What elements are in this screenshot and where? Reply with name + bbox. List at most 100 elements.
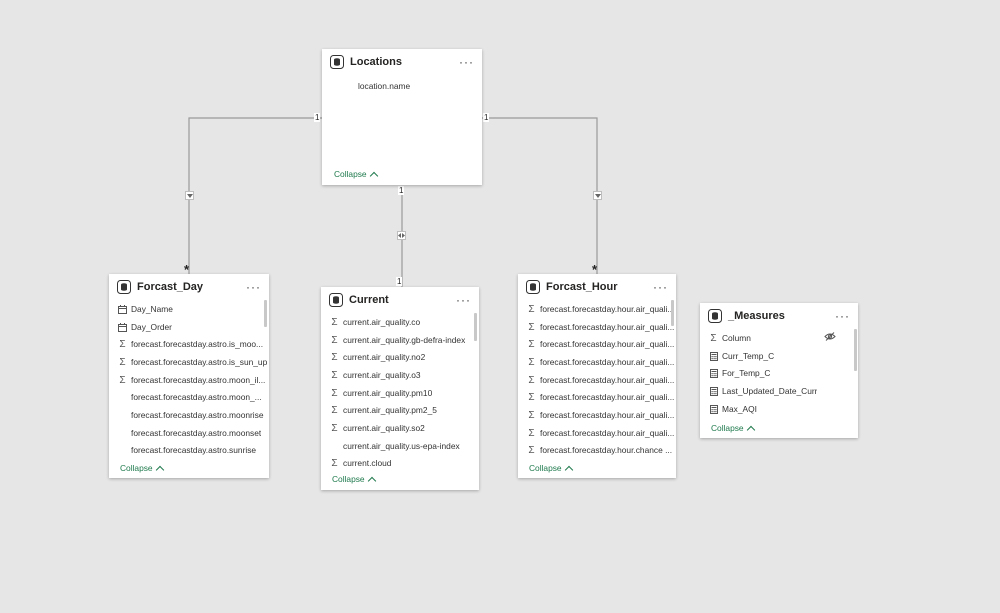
table-card-forcast-hour[interactable]: Forcast_Hour ··· Σforecast.forecastday.h…: [518, 274, 676, 478]
table-title: Forcast_Day: [137, 281, 204, 293]
collapse-link[interactable]: Collapse: [120, 463, 164, 474]
field-label: forecast.forecastday.hour.air_quali...: [540, 392, 675, 403]
sigma-icon: Σ: [119, 339, 126, 351]
field-row[interactable]: Σforecast.forecastday.astro.is_moo...: [109, 335, 269, 353]
sigma-icon: Σ: [528, 445, 535, 457]
field-row[interactable]: Max_AQI: [700, 400, 858, 418]
field-label: For_Temp_C: [722, 368, 771, 379]
field-list: location.name: [322, 77, 482, 95]
field-row[interactable]: Σforecast.forecastday.astro.is_sun_up: [109, 353, 269, 371]
chevron-up-icon: [155, 465, 164, 474]
field-label: Curr_Temp_C: [722, 350, 775, 361]
table-title: Locations: [350, 56, 402, 68]
field-row[interactable]: Curr_Temp_C: [700, 347, 858, 365]
field-row[interactable]: Last_Updated_Date_Curr: [700, 382, 858, 400]
field-row[interactable]: forecast.forecastday.astro.sunrise: [109, 442, 269, 460]
table-card-forcast-day[interactable]: Forcast_Day ··· Day_Name Day_Order Σforeca…: [109, 274, 269, 478]
field-label: forecast.forecastday.astro.is_sun_up: [131, 356, 268, 367]
filter-direction-both-icon[interactable]: [397, 231, 406, 240]
sigma-icon: Σ: [331, 334, 338, 346]
scrollbar[interactable]: [264, 300, 267, 327]
table-header[interactable]: Locations ···: [322, 49, 482, 75]
field-label: current.air_quality.o3: [343, 369, 421, 380]
filter-direction-single-icon[interactable]: [593, 191, 602, 200]
field-row[interactable]: Σ Column: [700, 329, 858, 347]
collapse-link[interactable]: Collapse: [529, 463, 573, 474]
collapse-link[interactable]: Collapse: [711, 423, 755, 434]
sigma-icon: Σ: [528, 303, 535, 315]
field-row[interactable]: Σforecast.forecastday.hour.air_quali...: [518, 406, 676, 424]
table-card-current[interactable]: Current ··· Σcurrent.air_quality.co Σcurr…: [321, 287, 479, 490]
table-header[interactable]: Current ···: [321, 287, 479, 313]
field-row[interactable]: Σforecast.forecastday.hour.air_quali...: [518, 371, 676, 389]
scrollbar[interactable]: [474, 313, 477, 341]
field-row[interactable]: Σforecast.forecastday.hour.air_quali...: [518, 353, 676, 371]
field-row[interactable]: Σcurrent.cloud: [321, 455, 479, 473]
sigma-icon: Σ: [331, 316, 338, 328]
field-row[interactable]: Σforecast.forecastday.hour.air_quali...: [518, 335, 676, 353]
more-options-icon[interactable]: ···: [653, 281, 668, 293]
field-row[interactable]: Σforecast.forecastday.hour.air_quali...: [518, 318, 676, 336]
field-row[interactable]: Σforecast.forecastday.hour.chance ...: [518, 442, 676, 460]
table-icon: [329, 293, 343, 307]
field-label: forecast.forecastday.astro.moon_...: [131, 392, 262, 403]
table-title: Current: [349, 294, 389, 306]
more-options-icon[interactable]: ···: [456, 294, 471, 306]
field-label: forecast.forecastday.hour.air_quali...: [540, 374, 675, 385]
field-row[interactable]: Σcurrent.air_quality.co: [321, 313, 479, 331]
field-row[interactable]: Σcurrent.air_quality.pm2_5: [321, 401, 479, 419]
field-row[interactable]: Σcurrent.air_quality.no2: [321, 348, 479, 366]
filter-direction-single-icon[interactable]: [185, 191, 194, 200]
table-header[interactable]: Forcast_Hour ···: [518, 274, 676, 300]
field-label: forecast.forecastday.hour.air_quali...: [540, 427, 675, 438]
sigma-icon: Σ: [528, 374, 535, 386]
hidden-eye-icon[interactable]: [824, 332, 836, 343]
field-row[interactable]: forecast.forecastday.astro.moon_...: [109, 388, 269, 406]
sigma-icon: Σ: [528, 392, 535, 404]
model-canvas[interactable]: 1 1 1 1 * * Locations ··· location.name …: [0, 0, 1000, 613]
field-row[interactable]: current.air_quality.us-epa-index: [321, 437, 479, 455]
field-row[interactable]: Σforecast.forecastday.hour.air_quali...: [518, 424, 676, 442]
field-list: Σforecast.forecastday.hour.air_quali... Σ…: [518, 300, 676, 462]
table-card-locations[interactable]: Locations ··· location.name Collapse: [322, 49, 482, 185]
collapse-link[interactable]: Collapse: [332, 474, 376, 485]
sigma-icon: Σ: [331, 458, 338, 470]
field-row[interactable]: forecast.forecastday.astro.moonrise: [109, 406, 269, 424]
collapse-link[interactable]: Collapse: [334, 169, 378, 180]
field-list: Σ Column Curr_Temp_C For_Temp_C Last_Updated…: [700, 329, 858, 419]
calendar-column-icon: [117, 304, 128, 314]
field-row[interactable]: Σcurrent.air_quality.gb-defra-index: [321, 331, 479, 349]
calendar-column-icon: [117, 321, 128, 332]
field-row[interactable]: Σcurrent.air_quality.so2: [321, 419, 479, 437]
table-card-measures[interactable]: _Measures ··· Σ Column Curr_Temp_C For_Temp…: [700, 303, 858, 438]
table-header[interactable]: Forcast_Day ···: [109, 274, 269, 300]
field-label: current.air_quality.pm2_5: [343, 405, 437, 416]
more-options-icon[interactable]: ···: [246, 281, 261, 293]
table-header[interactable]: _Measures ···: [700, 303, 858, 329]
field-label: forecast.forecastday.astro.sunrise: [131, 445, 257, 456]
field-row[interactable]: Day_Order: [109, 318, 269, 336]
field-row[interactable]: Σcurrent.air_quality.pm10: [321, 384, 479, 402]
field-label: forecast.forecastday.hour.air_quali...: [540, 321, 675, 332]
field-row[interactable]: location.name: [336, 77, 482, 95]
field-label: Max_AQI: [722, 403, 757, 414]
field-row[interactable]: Σforecast.forecastday.astro.moon_il...: [109, 371, 269, 389]
field-row[interactable]: For_Temp_C: [700, 364, 858, 382]
field-row[interactable]: Σforecast.forecastday.hour.air_quali...: [518, 300, 676, 318]
more-options-icon[interactable]: ···: [459, 56, 474, 68]
sigma-icon: Σ: [710, 332, 717, 344]
scrollbar[interactable]: [671, 300, 674, 326]
chevron-up-icon: [746, 425, 755, 434]
field-label: Column: [722, 332, 751, 343]
field-row[interactable]: Σcurrent.air_quality.o3: [321, 366, 479, 384]
scrollbar[interactable]: [854, 329, 857, 371]
calculator-icon: [708, 368, 719, 379]
field-row[interactable]: Σforecast.forecastday.hour.air_quali...: [518, 388, 676, 406]
more-options-icon[interactable]: ···: [835, 310, 850, 322]
sigma-icon: Σ: [331, 405, 338, 417]
sigma-icon: Σ: [119, 356, 126, 368]
field-row[interactable]: forecast.forecastday.astro.moonset: [109, 424, 269, 442]
sigma-icon: Σ: [331, 369, 338, 381]
field-row[interactable]: Day_Name: [109, 300, 269, 318]
sigma-icon: Σ: [331, 422, 338, 434]
